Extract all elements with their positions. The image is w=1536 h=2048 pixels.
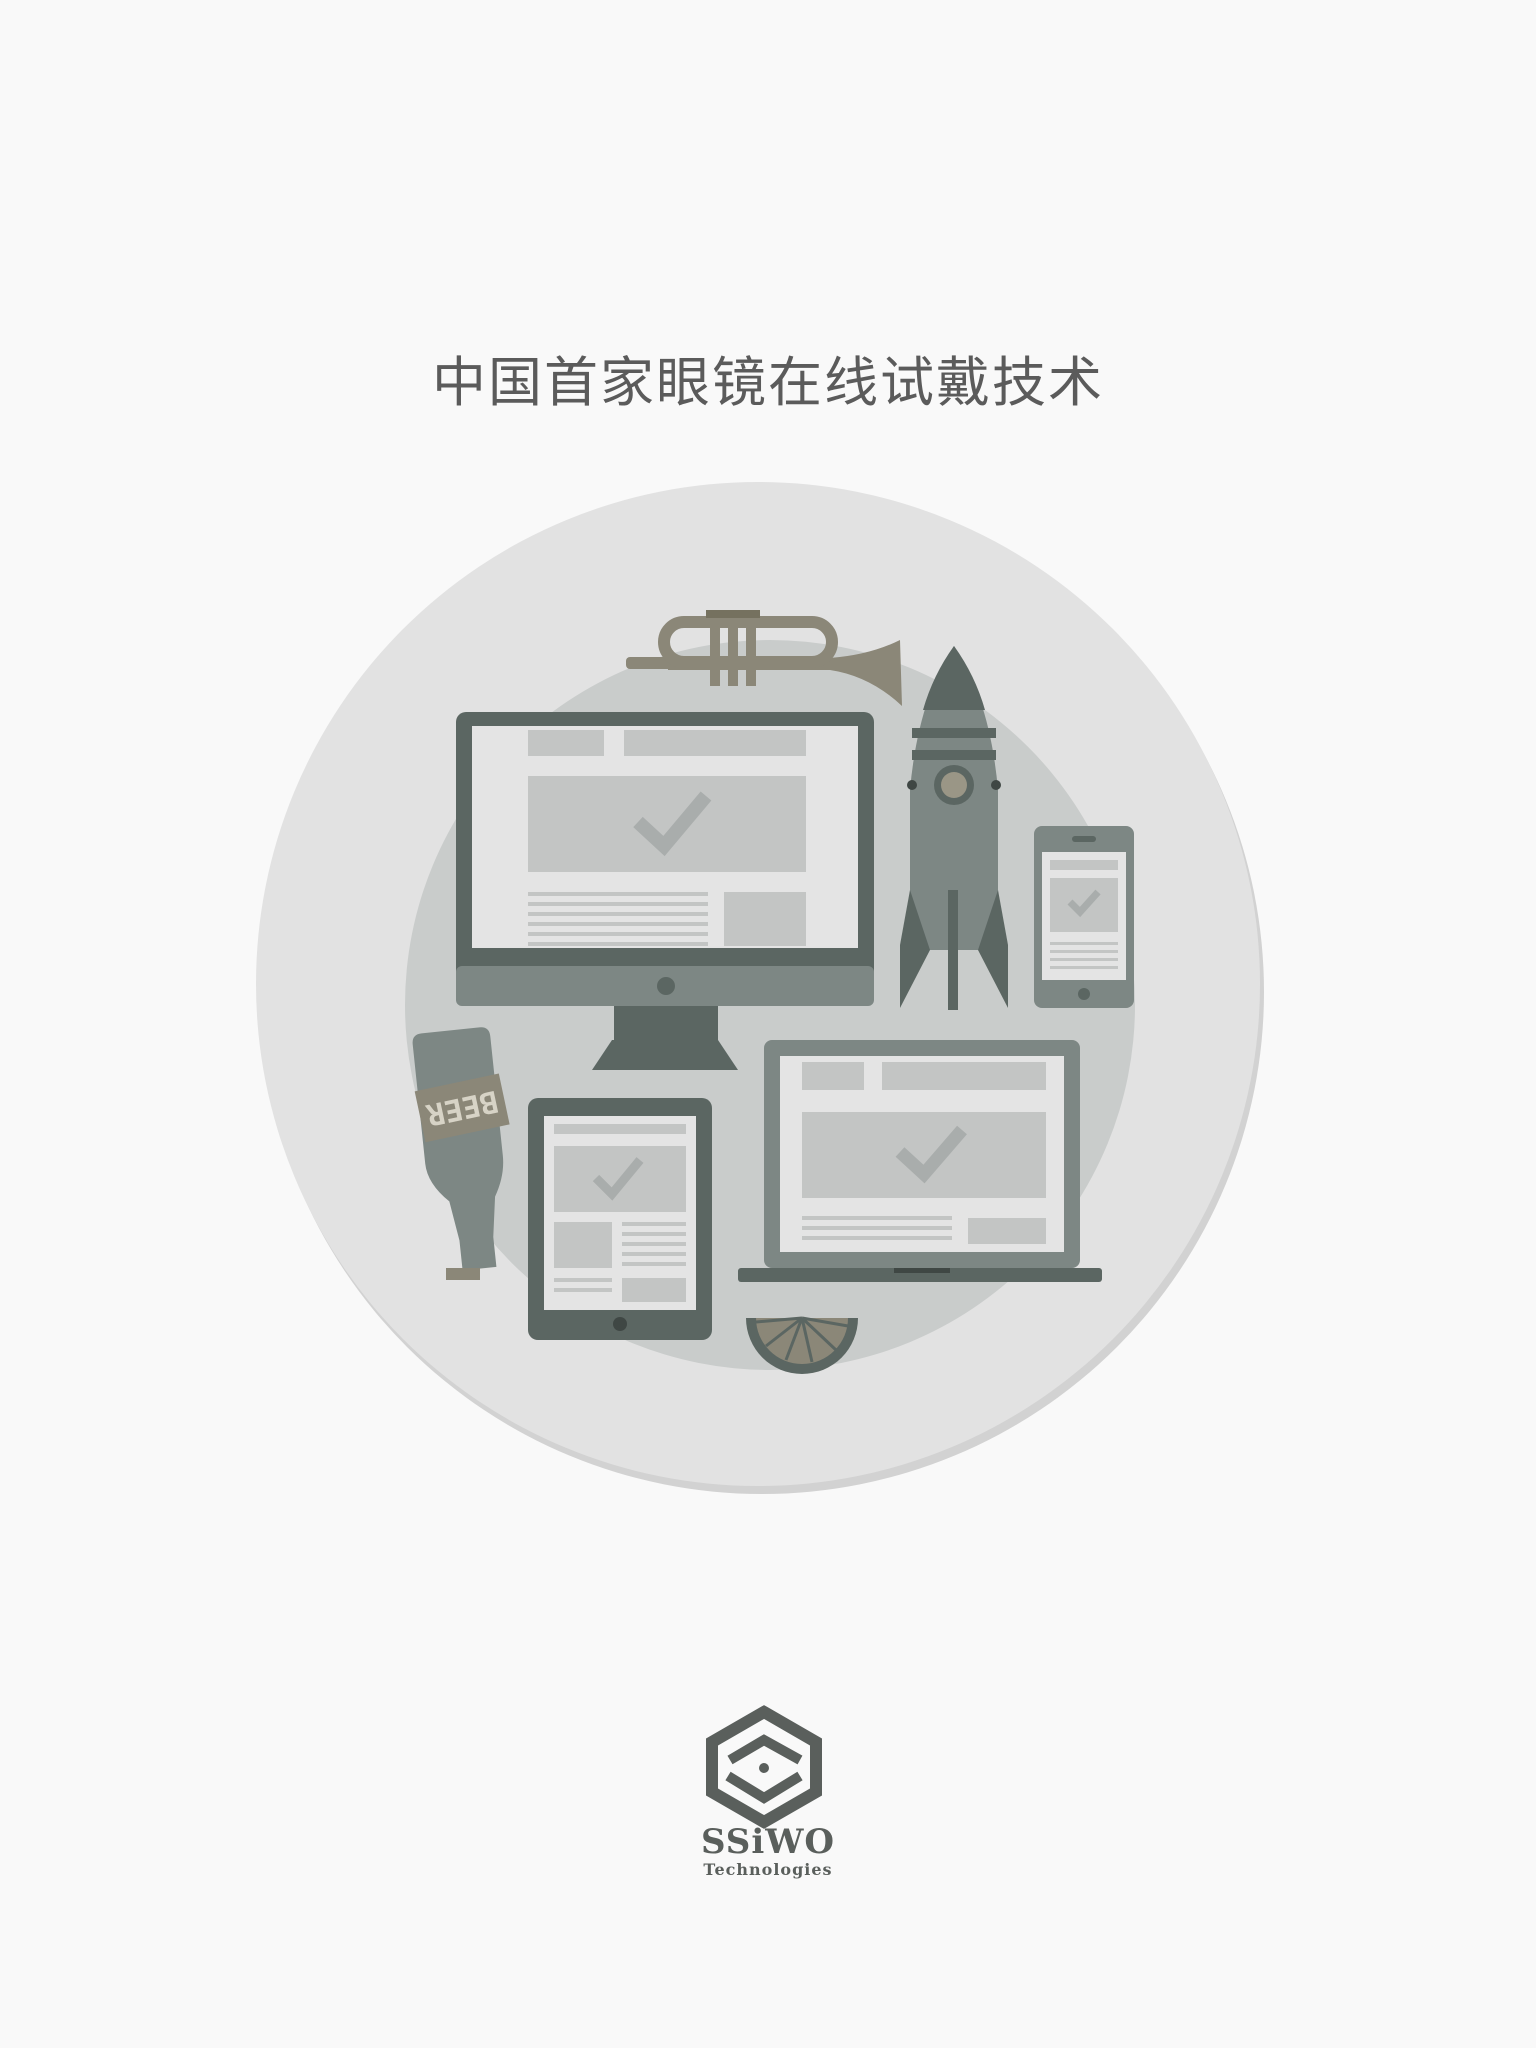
hero-illustration: BEER <box>256 482 1264 1829</box>
ssiwo-logo-icon <box>706 1705 822 1829</box>
splash-page: 中国首家眼镜在线试戴技术 BEER SSiWO Technologies <box>0 0 1536 2048</box>
brand-name: SSiWO <box>700 1822 836 1862</box>
brand-subtitle: Technologies <box>703 1860 833 1879</box>
laptop-icon <box>738 1040 1102 1282</box>
tablet-icon <box>528 1098 712 1340</box>
smartphone-icon <box>1034 826 1134 1008</box>
